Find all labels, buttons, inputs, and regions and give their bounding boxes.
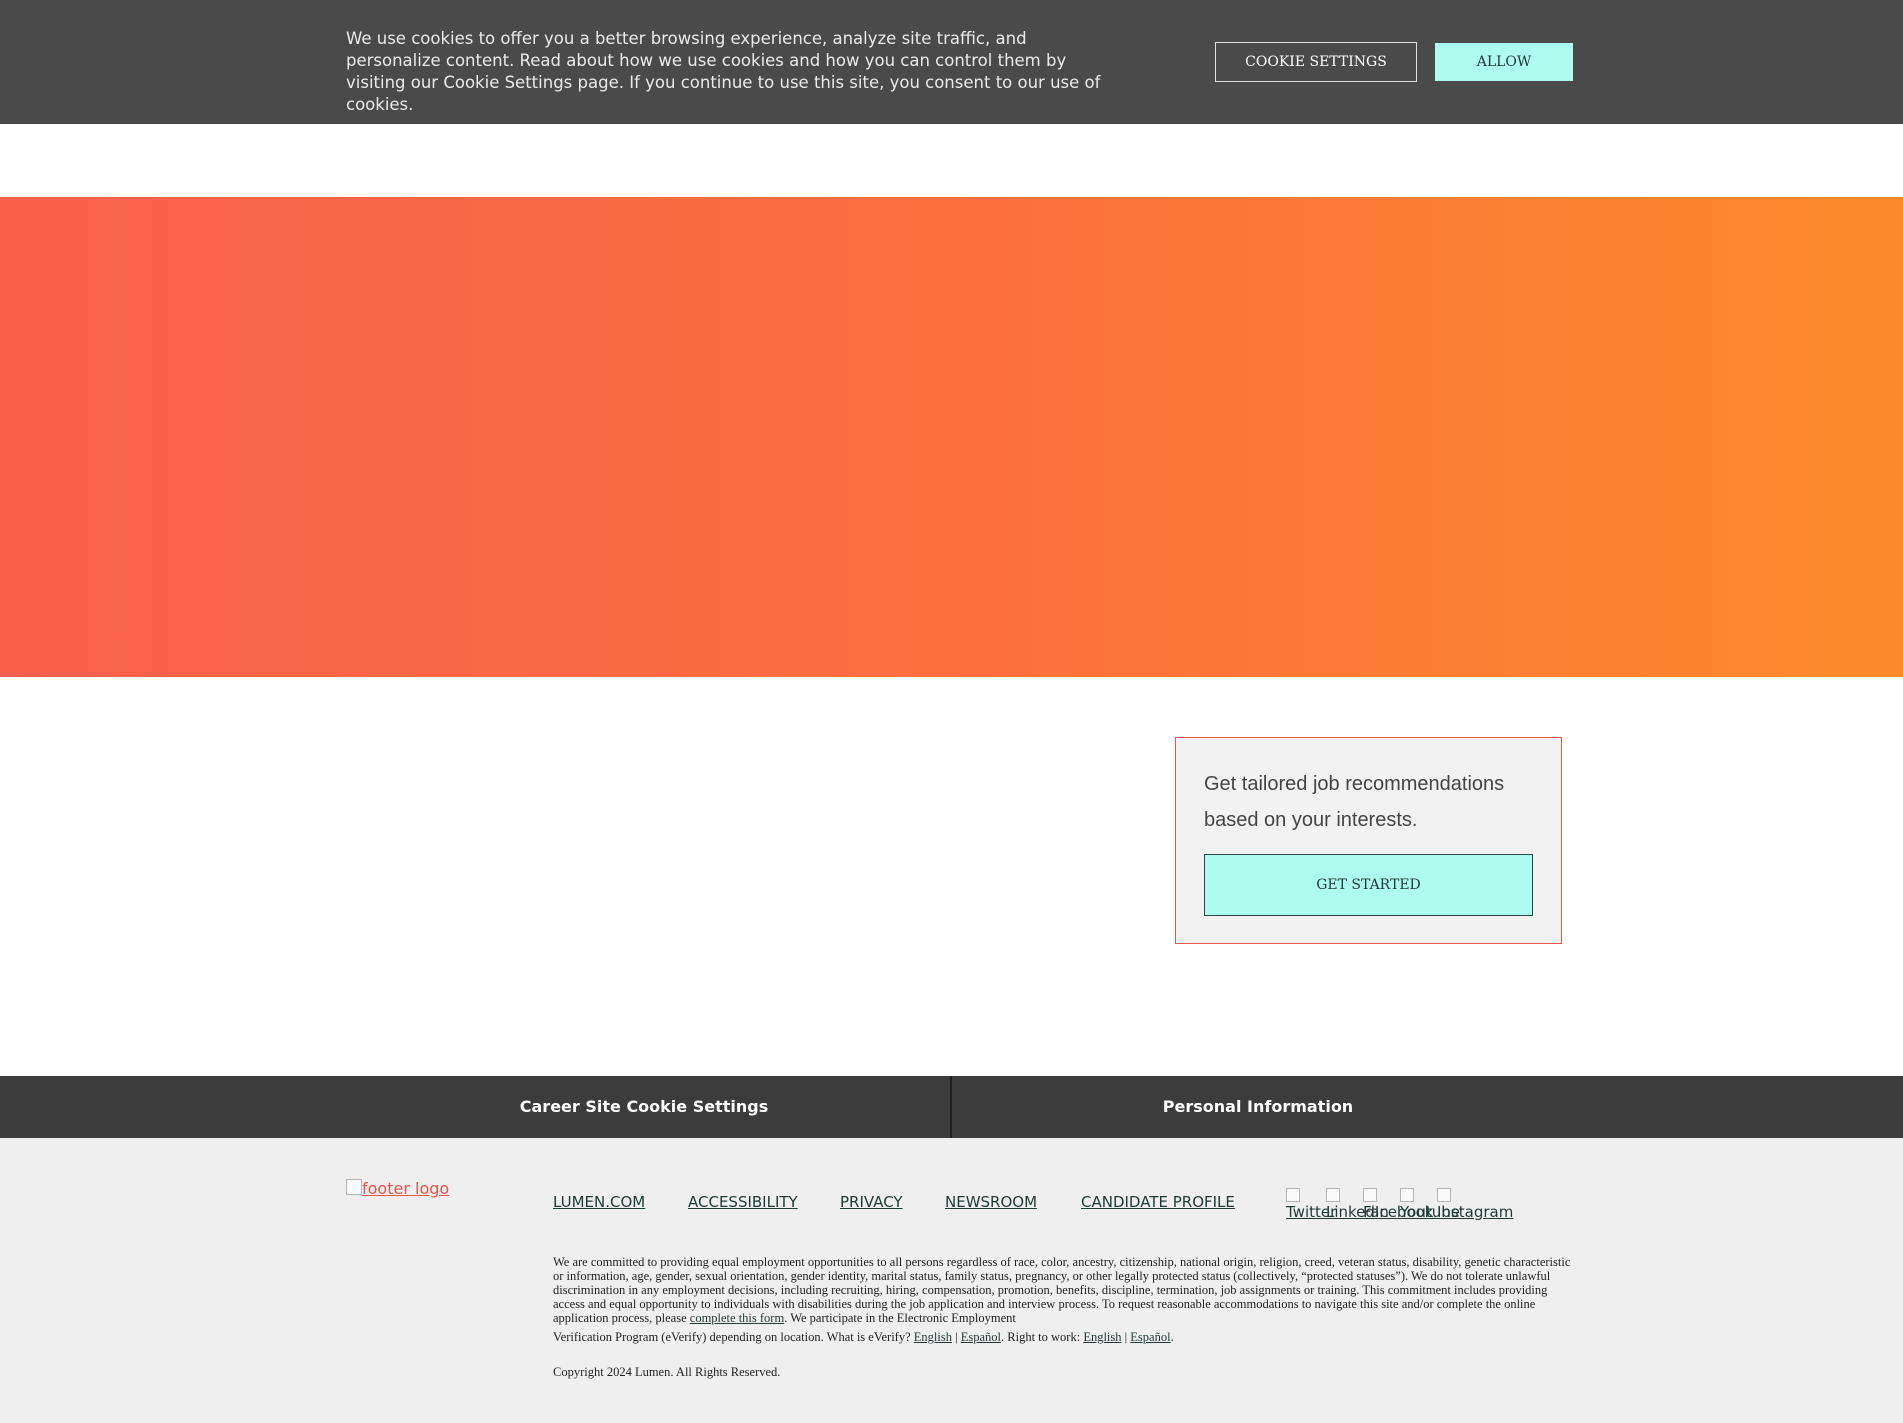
linkedin-icon	[1326, 1188, 1340, 1202]
period: .	[1170, 1330, 1174, 1344]
right-to-work-text: . Right to work:	[1001, 1330, 1081, 1344]
complete-this-form-link[interactable]: complete this form	[690, 1311, 784, 1325]
footer-logo-link[interactable]: footer logo	[346, 1179, 449, 1198]
allow-cookies-button[interactable]: ALLOW	[1434, 42, 1574, 82]
footer-link-candidate-profile[interactable]: CANDIDATE PROFILE	[1081, 1193, 1235, 1211]
separator: |	[955, 1330, 958, 1344]
footer: footer logo LUMEN.COM ACCESSIBILITY PRIV…	[0, 1138, 1903, 1423]
recommendation-text: Get tailored job recommendations based o…	[1204, 773, 1505, 831]
everify-line: Verification Program (eVerify) depending…	[553, 1330, 1575, 1344]
footer-link-lumen[interactable]: LUMEN.COM	[553, 1193, 645, 1211]
everify-espanol-link[interactable]: Español	[961, 1330, 1001, 1344]
broken-image-icon	[346, 1179, 362, 1195]
footer-link-newsroom[interactable]: NEWSROOM	[945, 1193, 1037, 1211]
instagram-icon	[1437, 1188, 1451, 1202]
footer-bar: Career Site Cookie Settings Personal Inf…	[0, 1076, 1903, 1138]
legal-text-after-link: . We participate in the Electronic Emplo…	[784, 1311, 1016, 1325]
footer-link-accessibility[interactable]: ACCESSIBILITY	[688, 1193, 798, 1211]
get-started-button[interactable]: GET STARTED	[1204, 854, 1533, 916]
footer-link-privacy[interactable]: PRIVACY	[840, 1193, 903, 1211]
twitter-icon	[1286, 1188, 1300, 1202]
social-label: Instagram	[1437, 1203, 1514, 1221]
copyright-text: Copyright 2024 Lumen. All Rights Reserve…	[553, 1365, 781, 1379]
everify-english-link[interactable]: English	[914, 1330, 952, 1344]
right-to-work-espanol-link[interactable]: Español	[1130, 1330, 1170, 1344]
personal-information-link[interactable]: Personal Information	[952, 1076, 1564, 1138]
hero-banner	[0, 197, 1903, 677]
cookie-banner: We use cookies to offer you a better bro…	[0, 0, 1903, 124]
career-site-cookie-settings-link[interactable]: Career Site Cookie Settings	[349, 1076, 939, 1138]
cookie-settings-button[interactable]: COOKIE SETTINGS	[1215, 42, 1417, 82]
job-recommendation-card: Get tailored job recommendations based o…	[1175, 737, 1562, 944]
separator: |	[1124, 1330, 1128, 1344]
footer-logo-alt-text: footer logo	[362, 1179, 450, 1198]
social-link-instagram[interactable]: Instagram	[1437, 1188, 1513, 1221]
equal-opportunity-statement: We are committed to providing equal empl…	[553, 1255, 1575, 1325]
facebook-icon	[1363, 1188, 1377, 1202]
youtube-icon	[1400, 1188, 1414, 1202]
cookie-banner-text: We use cookies to offer you a better bro…	[346, 29, 1101, 114]
right-to-work-english-link[interactable]: English	[1083, 1330, 1121, 1344]
everify-text: Verification Program (eVerify) depending…	[553, 1330, 911, 1344]
